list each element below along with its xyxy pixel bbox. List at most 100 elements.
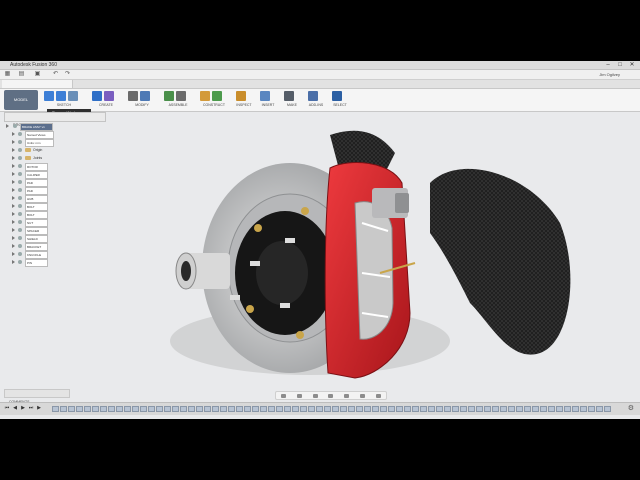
timeline-feature[interactable] <box>428 406 435 412</box>
timeline-feature[interactable] <box>228 406 235 412</box>
browser-panel-header[interactable]: BROWSER <box>4 112 106 127</box>
timeline-feature[interactable] <box>340 406 347 412</box>
ribbon-group-assemble[interactable]: ASSEMBLE <box>164 90 192 110</box>
tool-icon[interactable] <box>212 91 222 101</box>
expand-icon[interactable] <box>12 204 15 208</box>
expand-icon[interactable] <box>12 220 15 224</box>
tool-icon[interactable] <box>104 91 114 101</box>
timeline-feature[interactable] <box>212 406 219 412</box>
timeline-feature[interactable] <box>364 406 371 412</box>
visibility-icon[interactable] <box>18 140 22 144</box>
timeline-feature[interactable] <box>460 406 467 412</box>
ribbon-group-label[interactable]: CREATE <box>92 102 120 108</box>
timeline-feature[interactable] <box>412 406 419 412</box>
file-icon[interactable]: ▤ <box>18 71 25 78</box>
timeline-feature[interactable] <box>268 406 275 412</box>
timeline-feature[interactable] <box>516 406 523 412</box>
ribbon-group-sketch[interactable]: SKETCH <box>44 90 84 110</box>
timeline-feature[interactable] <box>500 406 507 412</box>
browser-item[interactable]: PIN <box>6 258 106 267</box>
grid-icon[interactable]: ▦ <box>4 71 11 78</box>
timeline-feature[interactable] <box>196 406 203 412</box>
timeline-feature[interactable] <box>444 406 451 412</box>
visibility-icon[interactable] <box>18 220 22 224</box>
browser-item[interactable]: Named Views <box>6 130 106 139</box>
timeline-first-button[interactable]: ⏮ <box>4 405 10 411</box>
expand-icon[interactable] <box>12 228 15 232</box>
expand-icon[interactable] <box>12 172 15 176</box>
expand-icon[interactable] <box>6 124 9 128</box>
ribbon-group-construct[interactable]: CONSTRUCT <box>200 90 228 110</box>
tool-icon[interactable] <box>308 91 318 101</box>
browser-item[interactable]: PAD <box>6 186 106 195</box>
timeline-feature[interactable] <box>540 406 547 412</box>
ribbon-group-label[interactable]: SKETCH <box>44 102 84 108</box>
expand-icon[interactable] <box>12 244 15 248</box>
timeline-feature[interactable] <box>308 406 315 412</box>
timeline-feature[interactable] <box>524 406 531 412</box>
timeline-feature[interactable] <box>284 406 291 412</box>
display-icon[interactable] <box>344 393 350 398</box>
visibility-icon[interactable] <box>18 236 22 240</box>
expand-icon[interactable] <box>12 236 15 240</box>
expand-icon[interactable] <box>12 164 15 168</box>
ribbon-group-label[interactable]: SELECT <box>332 102 348 108</box>
timeline-feature[interactable] <box>132 406 139 412</box>
timeline-feature[interactable] <box>300 406 307 412</box>
tool-icon[interactable] <box>44 91 54 101</box>
visibility-icon[interactable] <box>13 124 17 128</box>
timeline-feature[interactable] <box>172 406 179 412</box>
minimize-button[interactable]: – <box>602 61 614 69</box>
timeline-feature[interactable] <box>484 406 491 412</box>
timeline-feature[interactable] <box>452 406 459 412</box>
browser-item[interactable]: KNUCKLE <box>6 250 106 259</box>
browser-item[interactable]: Joints <box>6 154 106 162</box>
tool-icon[interactable] <box>332 91 342 101</box>
browser-item[interactable]: HUB <box>6 194 106 203</box>
browser-item[interactable]: BOLT <box>6 202 106 211</box>
timeline-feature[interactable] <box>260 406 267 412</box>
visibility-icon[interactable] <box>18 244 22 248</box>
timeline-feature[interactable] <box>92 406 99 412</box>
timeline-feature[interactable] <box>476 406 483 412</box>
timeline-feature[interactable] <box>316 406 323 412</box>
timeline-feature[interactable] <box>60 406 67 412</box>
user-name[interactable]: Jim Ogilvey <box>599 70 620 79</box>
document-tab[interactable]: BRAKE ASSY v1 <box>2 80 73 94</box>
timeline-feature[interactable] <box>100 406 107 412</box>
timeline-feature[interactable] <box>156 406 163 412</box>
tool-icon[interactable] <box>56 91 66 101</box>
tool-icon[interactable] <box>284 91 294 101</box>
timeline-feature[interactable] <box>436 406 443 412</box>
timeline-feature[interactable] <box>252 406 259 412</box>
visibility-icon[interactable] <box>18 172 22 176</box>
timeline-feature[interactable] <box>548 406 555 412</box>
browser-item[interactable]: PAD <box>6 178 106 187</box>
browser-root[interactable]: BRAKE ASSY v1 <box>6 122 106 131</box>
expand-icon[interactable] <box>12 156 15 160</box>
close-button[interactable]: ✕ <box>626 61 638 69</box>
redo-icon[interactable]: ↷ <box>64 71 71 78</box>
visibility-icon[interactable] <box>18 148 22 152</box>
visibility-icon[interactable] <box>18 212 22 216</box>
timeline-last-button[interactable]: ⏭ <box>28 405 34 411</box>
expand-icon[interactable] <box>12 188 15 192</box>
visibility-icon[interactable] <box>18 180 22 184</box>
canvas-viewport[interactable] <box>110 113 640 391</box>
timeline-feature[interactable] <box>580 406 587 412</box>
timeline-feature[interactable] <box>420 406 427 412</box>
orbit-icon[interactable] <box>281 393 287 398</box>
pan-icon[interactable] <box>297 393 303 398</box>
timeline-feature[interactable] <box>164 406 171 412</box>
visibility-icon[interactable] <box>18 132 22 136</box>
fit-icon[interactable] <box>328 393 334 398</box>
browser-item[interactable]: CALIPER <box>6 170 106 179</box>
expand-icon[interactable] <box>12 132 15 136</box>
tool-icon[interactable] <box>176 91 186 101</box>
ribbon-group-label[interactable]: INSERT <box>260 102 276 108</box>
timeline-feature[interactable] <box>124 406 131 412</box>
undo-icon[interactable]: ↶ <box>52 71 59 78</box>
ribbon-group-label[interactable]: MODIFY <box>128 102 156 108</box>
expand-icon[interactable] <box>12 148 15 152</box>
timeline-next-button[interactable]: ▶ <box>36 405 42 411</box>
